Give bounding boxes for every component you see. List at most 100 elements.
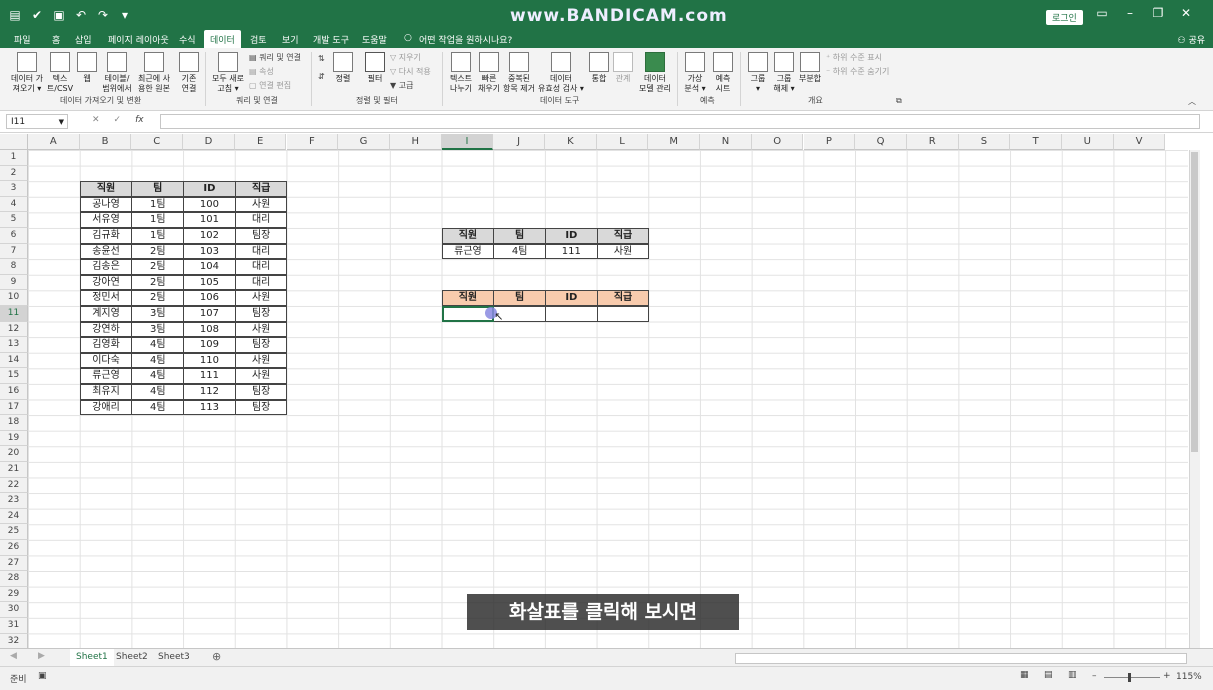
row-header-2[interactable]: 2 (0, 165, 28, 182)
cell-c8[interactable]: 2팀 (131, 259, 185, 275)
cell-b8[interactable]: 김송은 (79, 259, 133, 275)
cell-b17[interactable]: 강애리 (79, 399, 133, 416)
column-header-b[interactable]: B (79, 134, 132, 150)
column-header-n[interactable]: N (700, 134, 752, 150)
row-header-24[interactable]: 24 (0, 508, 28, 525)
cell-b10[interactable]: 정민서 (79, 290, 133, 306)
column-header-g[interactable]: G (338, 134, 390, 150)
recent-sources-button[interactable]: 최근에 사 용한 원본 (136, 52, 172, 94)
cell-e15[interactable]: 사원 (234, 368, 288, 384)
row-header-23[interactable]: 23 (0, 493, 28, 509)
restore-icon[interactable]: ❐ (1148, 6, 1168, 20)
cell-e4[interactable]: 사원 (234, 196, 288, 213)
cell-e16[interactable]: 팀장 (234, 384, 288, 400)
group-button[interactable]: 그룹 ▾ (746, 52, 770, 94)
tab-page-layout[interactable]: 페이지 레이아웃 (108, 33, 169, 46)
cell-d15[interactable]: 111 (183, 368, 236, 384)
relationships-button[interactable]: 관계 (612, 52, 634, 84)
subtotal-button[interactable]: 부분합 (798, 52, 822, 84)
cell-e5[interactable]: 대리 (234, 212, 288, 228)
data-validation-button[interactable]: 데이터 유효성 검사 ▾ (536, 52, 586, 94)
tab-insert[interactable]: 삽입 (75, 33, 92, 46)
column-header-c[interactable]: C (131, 134, 184, 150)
row-header-10[interactable]: 10 (0, 290, 28, 306)
cell-c10[interactable]: 2팀 (131, 290, 185, 306)
row-header-14[interactable]: 14 (0, 352, 28, 369)
name-box[interactable]: I11 ▼ (6, 114, 68, 129)
data-model-button[interactable]: 데이터 모델 관리 (638, 52, 672, 94)
column-header-o[interactable]: O (751, 134, 804, 150)
cell-e17[interactable]: 팀장 (234, 399, 288, 416)
cell-c7[interactable]: 2팀 (131, 243, 185, 260)
cell-d7[interactable]: 103 (183, 243, 236, 260)
ungroup-button[interactable]: 그룹 해제 ▾ (772, 52, 796, 94)
cell-e7[interactable]: 대리 (234, 243, 288, 260)
close-icon[interactable]: ✕ (1176, 6, 1196, 20)
cell-e8[interactable]: 대리 (234, 259, 288, 275)
cell-c14[interactable]: 4팀 (131, 352, 185, 369)
tab-formulas[interactable]: 수식 (179, 33, 196, 46)
properties-button[interactable]: ▤ 속성 (249, 66, 274, 77)
cell-d5[interactable]: 101 (183, 212, 236, 228)
edit-links-button[interactable]: ▢ 연결 편집 (249, 80, 291, 91)
cell-c11[interactable]: 3팀 (131, 306, 185, 322)
row-header-26[interactable]: 26 (0, 540, 28, 556)
cell-b6[interactable]: 김규화 (79, 228, 133, 244)
cell-b11[interactable]: 계지영 (79, 306, 133, 322)
cell-e12[interactable]: 사원 (234, 321, 288, 338)
autosave-icon[interactable]: ▤ (8, 8, 22, 22)
row-header-4[interactable]: 4 (0, 196, 28, 213)
cell-b4[interactable]: 공나영 (79, 196, 133, 213)
column-header-i[interactable]: I (441, 134, 494, 150)
cell-d10[interactable]: 106 (183, 290, 236, 306)
check-icon[interactable]: ✔ (30, 8, 44, 22)
cell-b14[interactable]: 이다숙 (79, 352, 133, 369)
formula-input[interactable] (160, 114, 1200, 129)
tab-data[interactable]: 데이터 (204, 30, 241, 49)
cell-l6[interactable]: 직급 (596, 228, 650, 244)
forecast-sheet-button[interactable]: 예측 시트 (710, 52, 736, 94)
cell-i7[interactable]: 류근영 (441, 243, 495, 260)
select-all-corner[interactable] (0, 134, 28, 150)
column-header-s[interactable]: S (958, 134, 1011, 150)
cell-l11[interactable] (596, 306, 650, 322)
remove-duplicates-button[interactable]: 중복된 항목 제거 (502, 52, 536, 94)
save-icon[interactable]: ▣ (52, 8, 66, 22)
cell-e11[interactable]: 팀장 (234, 306, 288, 322)
row-header-28[interactable]: 28 (0, 571, 28, 587)
clear-filter-button[interactable]: ▽ 지우기 (390, 52, 421, 63)
dialog-launcher-icon[interactable]: ⧉ (896, 96, 902, 106)
row-header-32[interactable]: 32 (0, 633, 28, 650)
cell-e6[interactable]: 팀장 (234, 228, 288, 244)
flash-fill-button[interactable]: 빠른 채우기 (476, 52, 502, 94)
cell-e3[interactable]: 직급 (234, 181, 288, 197)
column-header-e[interactable]: E (234, 134, 287, 150)
cell-c15[interactable]: 4팀 (131, 368, 185, 384)
column-header-t[interactable]: T (1010, 134, 1062, 150)
cell-d14[interactable]: 110 (183, 352, 236, 369)
row-header-1[interactable]: 1 (0, 150, 28, 166)
cell-k7[interactable]: 111 (545, 243, 598, 260)
cell-b13[interactable]: 김영화 (79, 337, 133, 353)
minimize-icon[interactable]: – (1120, 6, 1140, 20)
column-header-d[interactable]: D (183, 134, 235, 150)
add-sheet-icon[interactable]: ⊕ (212, 650, 221, 663)
cell-c17[interactable]: 4팀 (131, 399, 185, 416)
row-header-12[interactable]: 12 (0, 321, 28, 338)
row-header-18[interactable]: 18 (0, 415, 28, 431)
column-header-q[interactable]: Q (855, 134, 907, 150)
sort-asc-icon[interactable]: ⇅ (318, 54, 325, 63)
cell-b9[interactable]: 강아연 (79, 274, 133, 291)
redo-icon[interactable]: ↷ (96, 8, 110, 22)
cell-c9[interactable]: 2팀 (131, 274, 185, 291)
cell-k11[interactable] (545, 306, 598, 322)
tell-me-search[interactable]: 어떤 작업을 원하시나요? (419, 33, 512, 46)
column-header-k[interactable]: K (545, 134, 597, 150)
cell-b12[interactable]: 강연하 (79, 321, 133, 338)
cell-c13[interactable]: 4팀 (131, 337, 185, 353)
cell-e9[interactable]: 대리 (234, 274, 288, 291)
cell-c3[interactable]: 팀 (131, 181, 185, 197)
column-header-u[interactable]: U (1062, 134, 1114, 150)
column-header-m[interactable]: M (648, 134, 701, 150)
zoom-out-icon[interactable]: – (1092, 671, 1097, 681)
